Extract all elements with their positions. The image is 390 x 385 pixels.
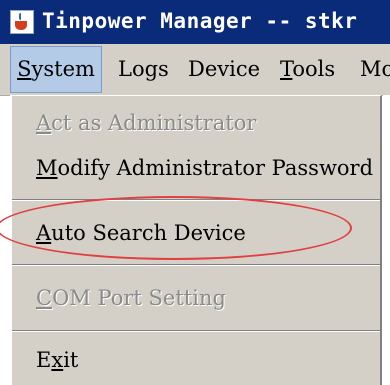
menu-item-com-port-setting: COM Port Setting bbox=[36, 286, 226, 310]
menu-system[interactable]: System bbox=[10, 46, 102, 93]
menu-item-modify-admin-password[interactable]: Modify Administrator Password bbox=[36, 155, 373, 181]
menu-item-act-as-administrator: Act as Administrator bbox=[36, 111, 257, 135]
menu-more[interactable]: Mo bbox=[360, 44, 390, 95]
menu-item-auto-search-device[interactable]: Auto Search Device bbox=[36, 220, 246, 246]
menu-item-exit[interactable]: Exit bbox=[36, 347, 78, 373]
system-dropdown-menu: Act as Administrator Modify Administrato… bbox=[10, 95, 382, 385]
window-edge bbox=[383, 95, 390, 385]
menu-separator bbox=[12, 330, 380, 332]
menu-bar: System Logs Device Tools Mo bbox=[0, 44, 390, 96]
window-title: Tinpower Manager -- stkr bbox=[42, 9, 358, 33]
menu-separator bbox=[12, 199, 380, 201]
title-bar: Tinpower Manager -- stkr bbox=[0, 0, 390, 44]
menu-tools[interactable]: Tools bbox=[280, 44, 335, 95]
menu-separator bbox=[12, 264, 380, 266]
java-cup-icon[interactable] bbox=[10, 10, 34, 34]
menu-device[interactable]: Device bbox=[188, 44, 260, 95]
menu-logs[interactable]: Logs bbox=[118, 44, 169, 95]
